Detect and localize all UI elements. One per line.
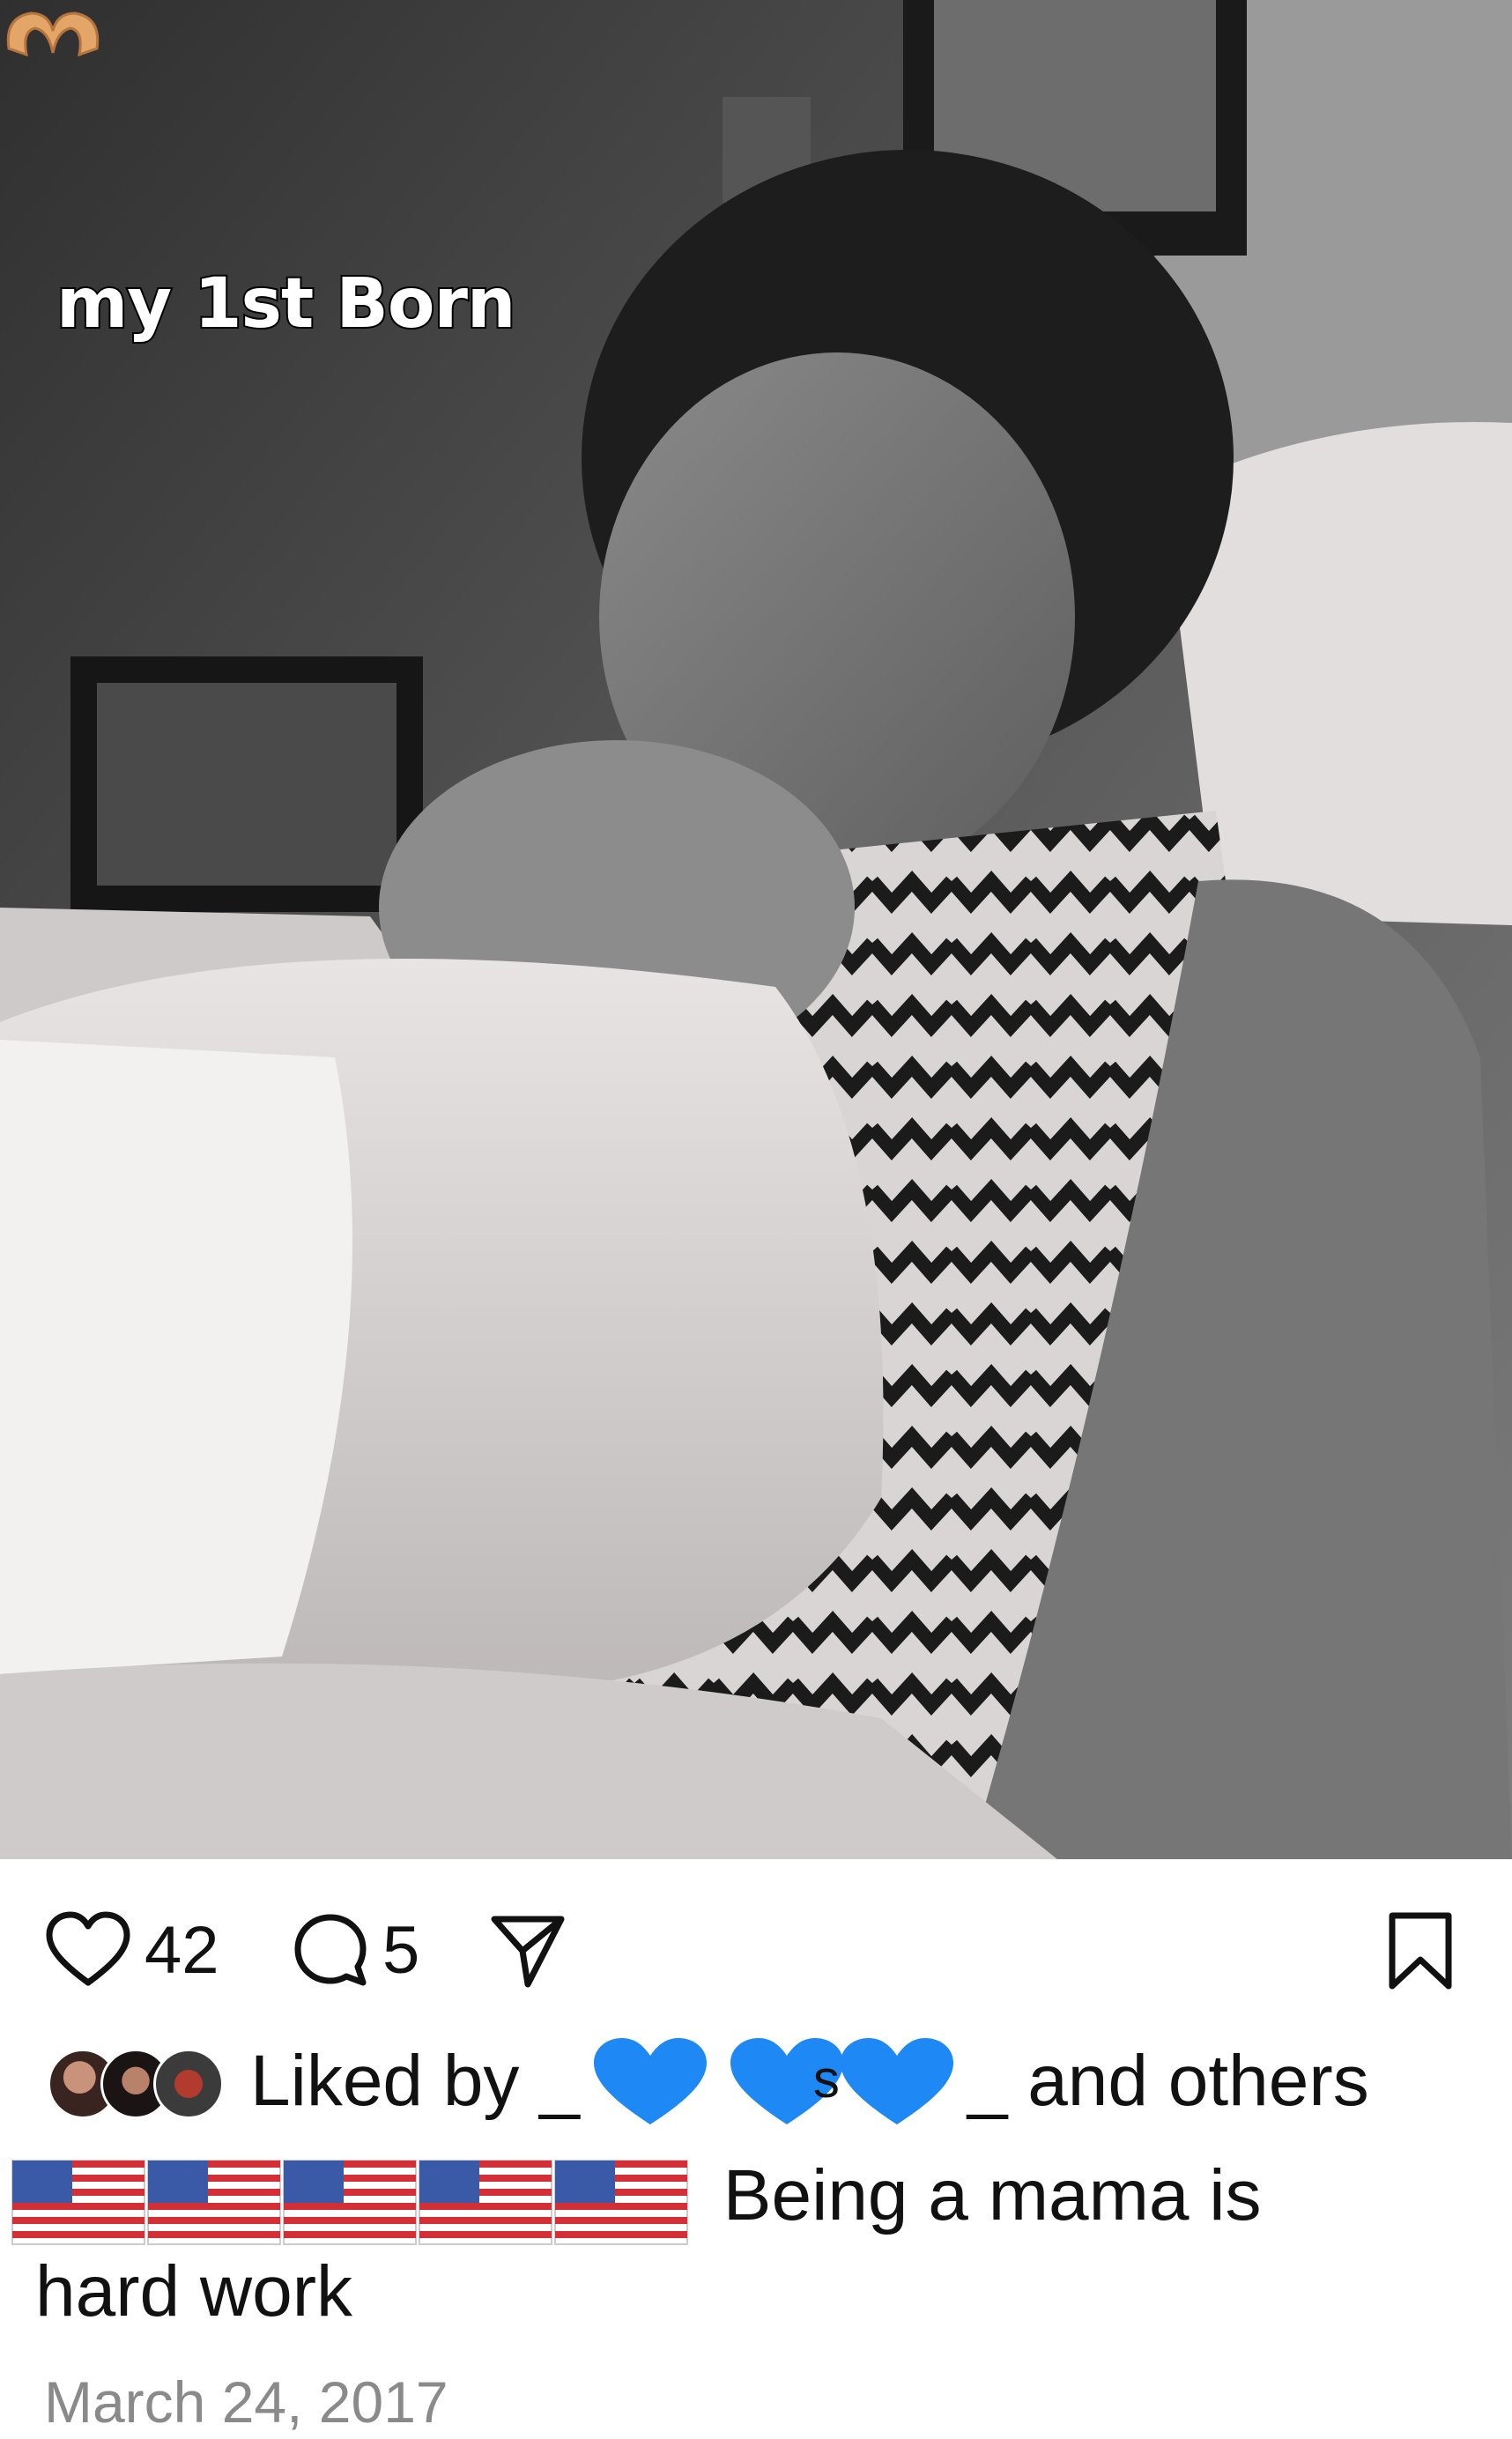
caption-text-line1: Being a mama is (723, 2155, 1262, 2235)
heart-hands-emoji (6, 11, 100, 57)
like-button[interactable]: 42 (44, 1910, 219, 1990)
post-photo[interactable]: my 1st Born (0, 0, 1512, 1859)
liked-by-line[interactable]: Liked by _ s _ and others (48, 2028, 1369, 2134)
post-caption: Being a mama is (11, 2143, 1491, 2249)
liker-name-hearts[interactable]: s (589, 2033, 959, 2130)
bookmark-icon (1389, 1912, 1452, 1990)
post-action-bar: 42 5 (0, 1886, 1512, 2000)
us-flag-emojis (11, 2152, 689, 2249)
blue-hearts-icon (593, 2038, 953, 2124)
comment-icon (294, 1914, 367, 1986)
comment-count: 5 (382, 1912, 420, 1988)
liker-name-fragment: s (812, 2050, 840, 2109)
liker-avatars[interactable] (48, 2042, 224, 2121)
avatar (153, 2049, 224, 2119)
liked-by-suffix: _ and others (967, 2041, 1369, 2121)
us-flag-icon (11, 2160, 688, 2246)
caption-text-line2: hard work (35, 2251, 353, 2332)
post-date: March 24, 2017 (44, 2369, 448, 2435)
heart-icon (46, 1911, 130, 1986)
liked-by-prefix: Liked by _ (250, 2041, 580, 2121)
comment-button[interactable]: 5 (291, 1910, 419, 1990)
photo-overlay-text: my 1st Born (55, 263, 517, 345)
send-icon (491, 1916, 565, 1988)
save-button[interactable] (1385, 1910, 1456, 1991)
like-count: 42 (145, 1912, 219, 1988)
share-button[interactable] (487, 1910, 567, 1990)
